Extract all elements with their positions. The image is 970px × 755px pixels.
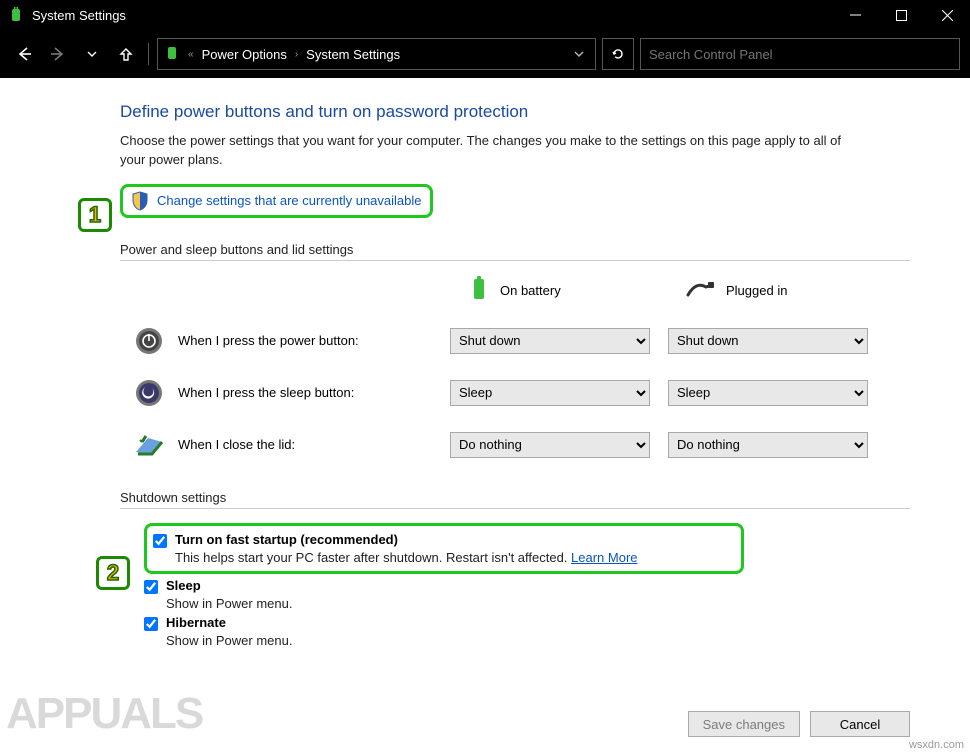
row-label-text: When I press the power button:	[178, 333, 359, 348]
chevron-right-icon: ›	[295, 49, 298, 60]
shutdown-item-hibernate: Hibernate Show in Power menu.	[144, 615, 910, 648]
change-settings-highlight: Change settings that are currently unava…	[120, 184, 433, 218]
shutdown-section: Shutdown settings Turn on fast startup (…	[120, 490, 910, 648]
column-plugged: Plugged in	[668, 279, 868, 302]
shield-icon	[131, 191, 149, 211]
window-title: System Settings	[32, 8, 832, 23]
sleep-button-battery-select[interactable]: Do nothingSleepHibernateShut down	[450, 380, 650, 406]
page-heading: Define power buttons and turn on passwor…	[120, 102, 910, 122]
minimize-button[interactable]	[832, 0, 878, 30]
row-lid: When I close the lid:	[132, 428, 432, 462]
breadcrumb-chev: «	[188, 49, 194, 60]
refresh-button[interactable]	[602, 38, 634, 70]
forward-button[interactable]	[44, 40, 72, 68]
search-input[interactable]	[640, 38, 960, 70]
lid-plugged-select[interactable]: Do nothingSleepHibernateShut down	[668, 432, 868, 458]
close-button[interactable]	[924, 0, 970, 30]
breadcrumb-icon	[164, 45, 180, 64]
change-settings-link[interactable]: Change settings that are currently unava…	[157, 193, 422, 208]
fast-startup-checkbox[interactable]	[153, 534, 167, 548]
annotation-callout-1: 1	[78, 198, 112, 232]
sleep-checkbox[interactable]	[144, 580, 158, 594]
fast-startup-desc: This helps start your PC faster after sh…	[175, 550, 731, 565]
maximize-button[interactable]	[878, 0, 924, 30]
power-button-plugged-select[interactable]: Do nothingSleepHibernateShut down	[668, 328, 868, 354]
window: System Settings « Power Options › System…	[0, 0, 970, 755]
breadcrumb[interactable]: « Power Options › System Settings	[157, 38, 596, 70]
shutdown-item-sleep: Sleep Show in Power menu.	[144, 578, 910, 611]
sleep-title: Sleep	[166, 578, 201, 593]
row-label-text: When I press the sleep button:	[178, 385, 354, 400]
breadcrumb-item[interactable]: System Settings	[306, 47, 400, 62]
annotation-callout-2: 2	[96, 556, 130, 590]
button-bar: Save changes Cancel	[688, 711, 910, 737]
hibernate-checkbox[interactable]	[144, 617, 158, 631]
breadcrumb-dropdown[interactable]	[569, 47, 589, 62]
row-sleep-button: When I press the sleep button:	[132, 376, 432, 410]
recent-dropdown[interactable]	[78, 40, 106, 68]
back-button[interactable]	[10, 40, 38, 68]
source-mark: wsxdn.com	[909, 739, 964, 751]
shutdown-section-title: Shutdown settings	[120, 490, 910, 509]
nav-separator	[148, 43, 149, 65]
power-section-title: Power and sleep buttons and lid settings	[120, 242, 910, 261]
sleep-button-icon	[132, 376, 166, 410]
content-area: Define power buttons and turn on passwor…	[0, 78, 970, 755]
navbar: « Power Options › System Settings	[0, 30, 970, 78]
titlebar: System Settings	[0, 0, 970, 30]
column-battery-label: On battery	[500, 283, 561, 298]
power-button-battery-select[interactable]: Do nothingSleepHibernateShut down	[450, 328, 650, 354]
save-changes-button[interactable]: Save changes	[688, 711, 800, 737]
hibernate-title: Hibernate	[166, 615, 226, 630]
window-controls	[832, 0, 970, 30]
fast-startup-desc-text: This helps start your PC faster after sh…	[175, 550, 571, 565]
power-button-icon	[132, 324, 166, 358]
sleep-button-plugged-select[interactable]: Do nothingSleepHibernateShut down	[668, 380, 868, 406]
column-battery: On battery	[450, 275, 650, 306]
battery-icon	[468, 275, 490, 306]
breadcrumb-item[interactable]: Power Options	[202, 47, 287, 62]
column-plugged-label: Plugged in	[726, 283, 787, 298]
page-description: Choose the power settings that you want …	[120, 132, 860, 170]
shutdown-items: Turn on fast startup (recommended) This …	[144, 523, 910, 648]
sleep-desc: Show in Power menu.	[166, 596, 910, 611]
app-icon	[8, 7, 24, 23]
lid-battery-select[interactable]: Do nothingSleepHibernateShut down	[450, 432, 650, 458]
cancel-button[interactable]: Cancel	[810, 711, 910, 737]
row-power-button: When I press the power button:	[132, 324, 432, 358]
fast-startup-highlight: Turn on fast startup (recommended) This …	[144, 523, 744, 574]
row-label-text: When I close the lid:	[178, 437, 295, 452]
learn-more-link[interactable]: Learn More	[571, 550, 637, 565]
power-settings-grid: On battery Plugged in When I press the p…	[132, 275, 910, 462]
lid-icon	[132, 428, 166, 462]
plug-icon	[686, 279, 716, 302]
hibernate-desc: Show in Power menu.	[166, 633, 910, 648]
fast-startup-title: Turn on fast startup (recommended)	[175, 532, 398, 547]
up-button[interactable]	[112, 40, 140, 68]
